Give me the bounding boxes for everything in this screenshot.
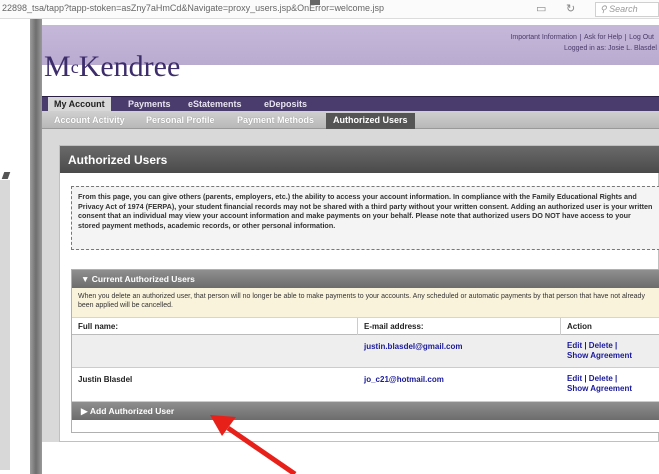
red-arrow <box>210 415 297 474</box>
annotation-layer <box>210 415 297 474</box>
screenshot: 22898_tsa/tapp?tapp-stoken=asZny7aHmCd&N… <box>0 0 659 474</box>
